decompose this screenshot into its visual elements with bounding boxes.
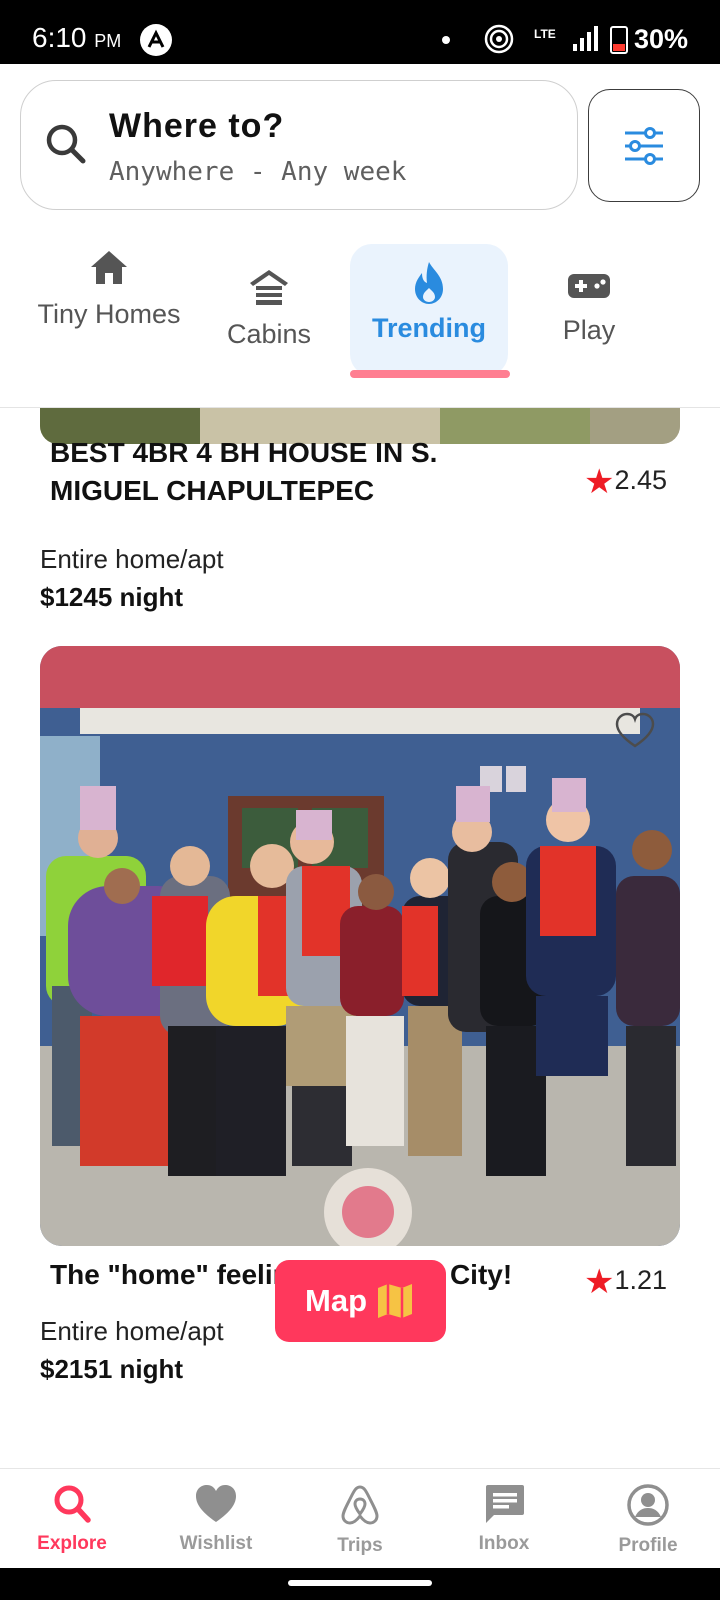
- notification-dot-icon: [442, 36, 450, 44]
- status-ampm: PM: [94, 31, 122, 51]
- nav-label: Explore: [37, 1533, 107, 1554]
- nav-explore[interactable]: Explore: [0, 1483, 144, 1555]
- nav-wishlist[interactable]: Wishlist: [144, 1483, 288, 1555]
- category-tab-tiny-homes[interactable]: Tiny Homes: [30, 244, 188, 378]
- battery-percent: 30%: [634, 24, 689, 54]
- category-tab-play[interactable]: Play: [510, 244, 668, 378]
- message-icon: [486, 1485, 524, 1523]
- category-label: Tiny Homes: [37, 299, 181, 329]
- cabin-icon: [250, 270, 288, 305]
- map-icon: [378, 1284, 412, 1318]
- listing-price: $1245 night: [40, 582, 184, 612]
- category-label: Cabins: [226, 319, 312, 349]
- listing-rating: ★2.45: [584, 462, 667, 502]
- heart-icon: [196, 1485, 236, 1522]
- nav-inbox[interactable]: Inbox: [432, 1483, 576, 1555]
- nav-label: Profile: [618, 1535, 678, 1556]
- search-bar[interactable]: Where to? Anywhere - Any week: [20, 80, 578, 210]
- listing-photo[interactable]: [40, 646, 680, 1246]
- signal-icon: [572, 26, 598, 57]
- search-title: Where to?: [109, 107, 285, 145]
- sliders-icon: [625, 127, 663, 165]
- listing-title[interactable]: BEST 4BR 4 BH HOUSE IN S. MIGUEL CHAPULT…: [50, 434, 550, 510]
- home-gesture-handle[interactable]: [288, 1580, 432, 1586]
- user-icon: [627, 1484, 669, 1526]
- nav-label: Trips: [337, 1535, 383, 1556]
- hotspot-icon: [484, 24, 514, 59]
- status-time: 6:10 PM: [32, 22, 121, 54]
- nav-label: Inbox: [478, 1533, 530, 1554]
- filter-button[interactable]: [588, 89, 700, 202]
- search-icon: [54, 1485, 91, 1523]
- bottom-nav: Explore Wishlist Trips Inbox Profile: [0, 1468, 720, 1568]
- explore-header: Where to? Anywhere - Any week Tiny Homes…: [0, 64, 720, 408]
- category-label: Trending: [372, 313, 486, 343]
- listing-price: $2151 night: [40, 1354, 184, 1384]
- gamepad-icon: [568, 274, 610, 298]
- listing-type: Entire home/apt: [40, 1316, 224, 1346]
- search-subtitle: Anywhere - Any week: [109, 157, 407, 187]
- status-bar: 6:10 PM LTE 30%: [0, 0, 720, 64]
- map-button[interactable]: Map: [275, 1260, 446, 1342]
- heart-outline-icon[interactable]: [614, 712, 656, 755]
- star-icon: ★: [584, 463, 615, 501]
- nav-label: Wishlist: [179, 1533, 253, 1554]
- category-tab-cabins[interactable]: Cabins: [190, 244, 348, 378]
- search-icon: [43, 121, 89, 172]
- battery-icon: [610, 26, 628, 54]
- nav-profile[interactable]: Profile: [576, 1483, 720, 1557]
- category-tab-trending[interactable]: Trending: [350, 244, 508, 376]
- gesture-bar: [0, 1568, 720, 1600]
- star-icon: ★: [584, 1263, 615, 1301]
- status-clock: 6:10: [32, 22, 87, 53]
- rating-value: 1.21: [614, 1265, 668, 1295]
- airbnb-logo-icon: [341, 1485, 379, 1525]
- category-label: Play: [562, 315, 616, 345]
- network-type: LTE: [534, 27, 556, 41]
- listing-rating: ★1.21: [584, 1262, 667, 1302]
- active-tab-indicator: [350, 370, 510, 378]
- app-notification-icon: [140, 24, 172, 56]
- nav-trips[interactable]: Trips: [288, 1483, 432, 1557]
- flame-icon: [415, 262, 443, 304]
- map-button-label: Map: [305, 1283, 367, 1318]
- rating-value: 2.45: [614, 465, 668, 495]
- listing-type: Entire home/apt: [40, 544, 224, 574]
- house-icon: [91, 251, 127, 284]
